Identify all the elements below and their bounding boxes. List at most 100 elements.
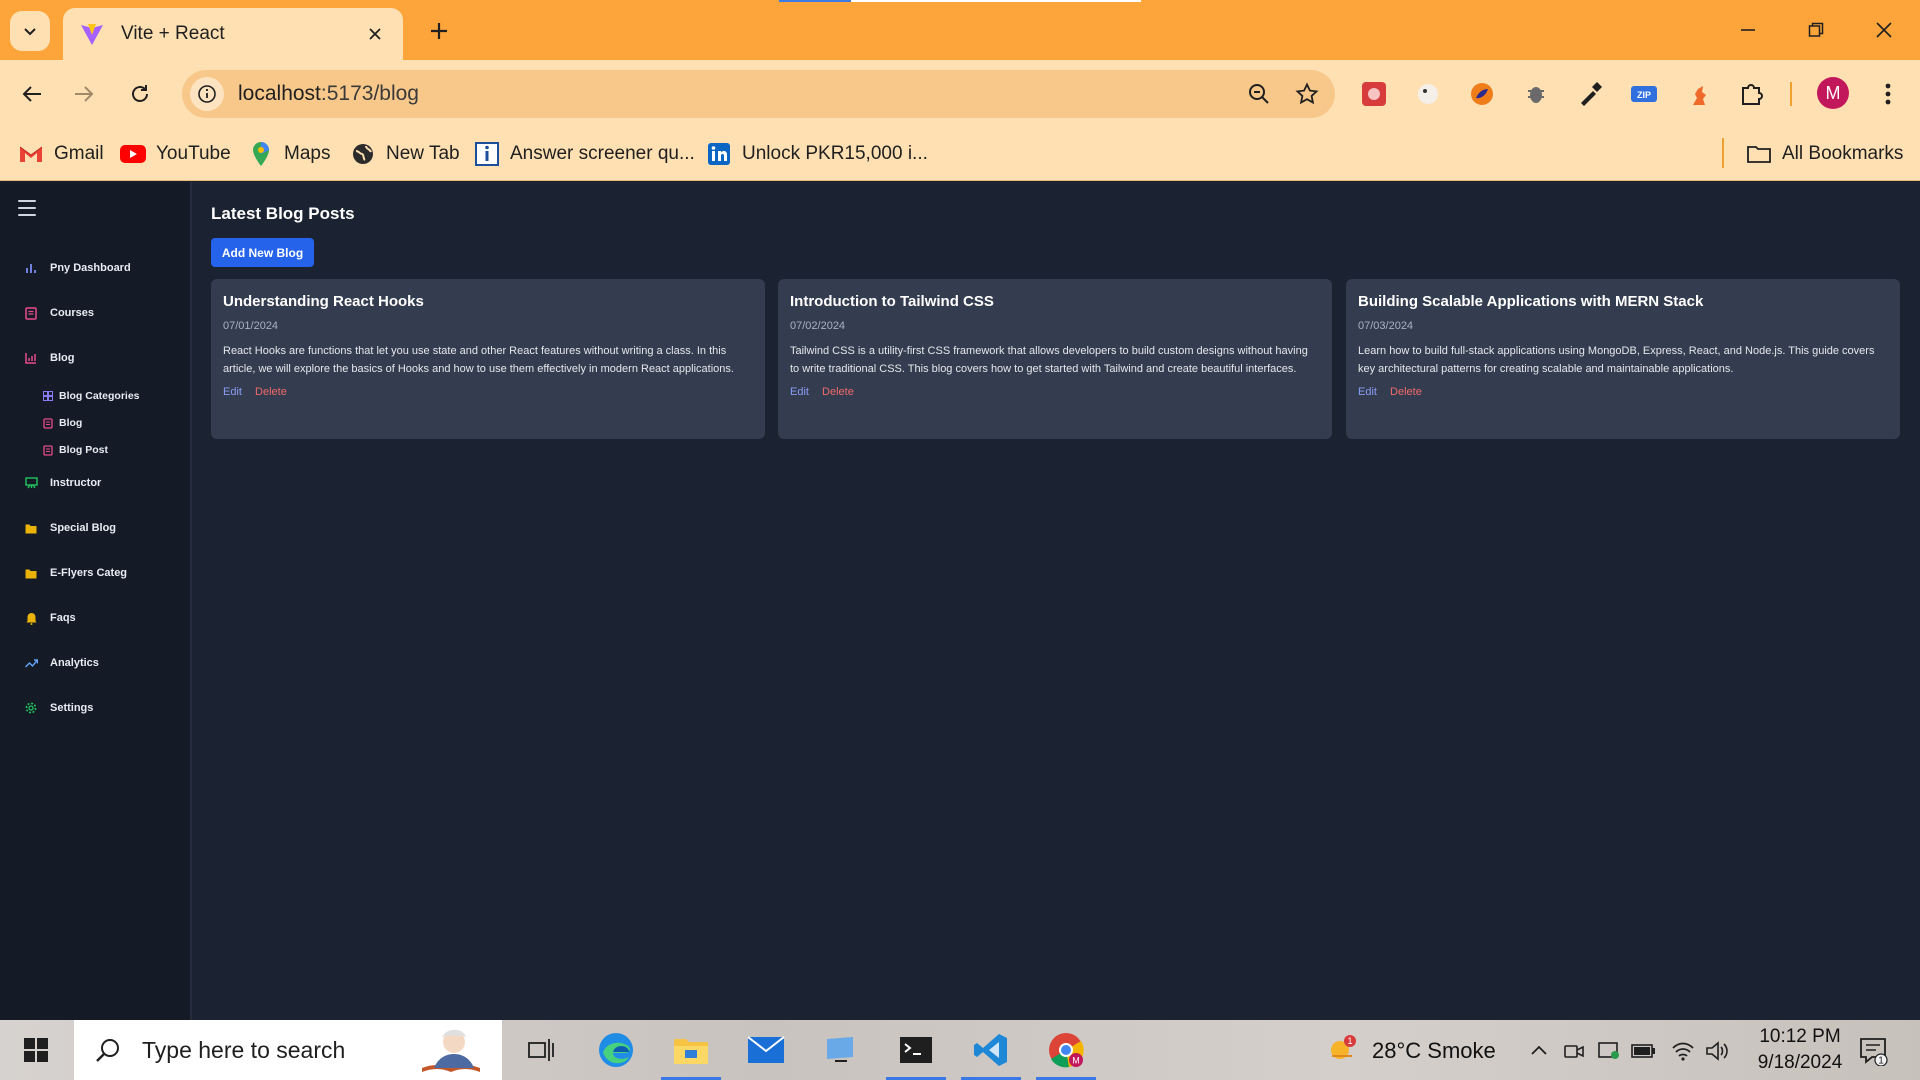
volume-icon[interactable]	[1704, 1038, 1730, 1064]
blog-card: Introduction to Tailwind CSS 07/02/2024 …	[778, 279, 1332, 439]
restore-button[interactable]	[1794, 10, 1838, 50]
book-icon	[24, 306, 38, 320]
blog-card-date: 07/02/2024	[790, 320, 846, 332]
toolbar-divider	[1790, 82, 1792, 106]
gmail-icon	[18, 141, 44, 167]
blog-card: Building Scalable Applications with MERN…	[1346, 279, 1900, 439]
reload-button[interactable]	[120, 74, 160, 114]
forward-button[interactable]	[64, 74, 104, 114]
chart-icon	[24, 351, 38, 365]
sidebar-item-courses[interactable]: Courses	[24, 303, 94, 323]
notification-center-icon[interactable]: 1	[1858, 1036, 1888, 1066]
minimize-button[interactable]	[1726, 10, 1770, 50]
zip-extension-icon[interactable]: ZIP	[1624, 74, 1664, 114]
more-vert-icon	[1885, 83, 1891, 105]
battery-icon[interactable]	[1631, 1038, 1657, 1064]
extension-orange-icon[interactable]	[1462, 74, 1502, 114]
blog-card-title: Understanding React Hooks	[223, 293, 424, 310]
sidebar-item-analytics[interactable]: Analytics	[24, 653, 99, 673]
svg-text:1: 1	[1347, 1036, 1352, 1046]
page-title: Latest Blog Posts	[211, 204, 355, 223]
sidebar-item-pny-dashboard[interactable]: Pny Dashboard	[24, 258, 131, 278]
clock-time[interactable]: 10:12 PM	[1750, 1026, 1850, 1048]
url-text[interactable]: localhost:5173/blog	[238, 82, 1239, 106]
site-info-icon[interactable]	[190, 77, 224, 111]
book-icon	[42, 444, 53, 456]
eyedropper-icon[interactable]	[1570, 74, 1610, 114]
all-bookmarks-button[interactable]: All Bookmarks	[1746, 138, 1903, 170]
bookmark-unlock-pkr[interactable]: Unlock PKR15,000 i...	[706, 138, 928, 170]
taskbar-search-box[interactable]: Type here to search	[74, 1020, 502, 1080]
edit-link[interactable]: Edit	[223, 386, 242, 398]
meet-now-icon[interactable]	[1561, 1038, 1587, 1064]
sidebar-item-e-flyers-categ[interactable]: E-Flyers Categ	[24, 563, 127, 583]
clock-date[interactable]: 9/18/2024	[1750, 1052, 1850, 1074]
windows-logo-icon	[24, 1038, 48, 1062]
zoom-icon[interactable]	[1239, 74, 1279, 114]
bookmark-star-icon[interactable]	[1287, 74, 1327, 114]
gear-icon	[24, 701, 38, 715]
blog-card-actions: Edit Delete	[790, 386, 1320, 398]
menu-toggle-button[interactable]	[18, 200, 36, 216]
extension-red-icon[interactable]	[1354, 74, 1394, 114]
extension-bug-icon[interactable]	[1516, 74, 1556, 114]
extensions-puzzle-icon[interactable]	[1732, 74, 1772, 114]
sidebar-item-settings[interactable]: Settings	[24, 698, 93, 718]
taskbar-remote-desktop[interactable]	[805, 1020, 877, 1080]
extension-chess-icon[interactable]	[1678, 74, 1718, 114]
back-button[interactable]	[12, 74, 52, 114]
address-bar[interactable]: localhost:5173/blog	[182, 70, 1335, 118]
search-placeholder: Type here to search	[142, 1036, 346, 1063]
weather-icon[interactable]: 1	[1328, 1034, 1358, 1064]
bookmark-gmail[interactable]: Gmail	[18, 138, 104, 170]
profile-avatar[interactable]: M	[1817, 77, 1849, 109]
blog-card-actions: Edit Delete	[1358, 386, 1888, 398]
browser-menu-button[interactable]	[1868, 74, 1908, 114]
close-icon	[1876, 22, 1892, 38]
folder-icon	[1746, 141, 1772, 167]
bookmark-answer-screener[interactable]: Answer screener qu...	[474, 138, 695, 170]
delete-link[interactable]: Delete	[822, 386, 854, 398]
blog-card-body: React Hooks are functions that let you u…	[223, 345, 734, 375]
tab-search-button[interactable]	[10, 11, 50, 51]
sidebar-item-special-blog[interactable]: Special Blog	[24, 518, 116, 538]
terminal-icon	[900, 1037, 932, 1063]
extension-cloud-icon[interactable]	[1408, 74, 1448, 114]
weather-text[interactable]: 28°C Smoke	[1372, 1038, 1496, 1064]
taskbar-edge[interactable]	[580, 1020, 652, 1080]
tab-close-button[interactable]	[363, 22, 387, 46]
search-highlight-illustration-icon	[422, 1029, 480, 1072]
sidebar-subitem-blog-categories[interactable]: Blog Categories	[42, 387, 140, 405]
delete-link[interactable]: Delete	[255, 386, 287, 398]
taskbar-terminal[interactable]	[880, 1020, 952, 1080]
sidebar-subitem-blog-post[interactable]: Blog Post	[42, 441, 108, 459]
start-button[interactable]	[12, 1030, 60, 1070]
blog-card: Understanding React Hooks 07/01/2024 Rea…	[211, 279, 765, 439]
add-new-blog-button[interactable]: Add New Blog	[211, 238, 314, 267]
delete-link[interactable]: Delete	[1390, 386, 1422, 398]
taskbar-chrome[interactable]: M	[1030, 1020, 1102, 1080]
sidebar-item-faqs[interactable]: Faqs	[24, 608, 76, 628]
edit-link[interactable]: Edit	[790, 386, 809, 398]
bookmark-youtube[interactable]: YouTube	[120, 138, 231, 170]
window-close-button[interactable]	[1862, 10, 1906, 50]
sidebar-subitem-blog[interactable]: Blog	[42, 414, 82, 432]
new-tab-button[interactable]	[422, 14, 456, 48]
sidebar-item-blog[interactable]: Blog	[24, 348, 74, 368]
tab-title: Vite + React	[121, 23, 225, 44]
bookmarks-bar: Gmail YouTube Maps New Tab Answer screen…	[0, 128, 1920, 181]
sidebar-item-instructor[interactable]: Instructor	[24, 473, 101, 493]
chevron-up-icon[interactable]	[1526, 1038, 1552, 1064]
bookmark-new-tab[interactable]: New Tab	[350, 138, 460, 170]
bookmark-maps[interactable]: Maps	[248, 138, 330, 170]
edit-link[interactable]: Edit	[1358, 386, 1377, 398]
browser-tabstrip: Vite + React	[0, 0, 1920, 60]
display-sync-icon[interactable]	[1596, 1038, 1622, 1064]
task-view-button[interactable]	[505, 1020, 577, 1080]
taskbar-mail[interactable]	[730, 1020, 802, 1080]
wifi-icon[interactable]	[1670, 1038, 1696, 1064]
taskbar-file-explorer[interactable]	[655, 1020, 727, 1080]
edge-icon	[599, 1033, 633, 1067]
browser-tab-active[interactable]: Vite + React	[63, 8, 403, 60]
taskbar-vscode[interactable]	[955, 1020, 1027, 1080]
